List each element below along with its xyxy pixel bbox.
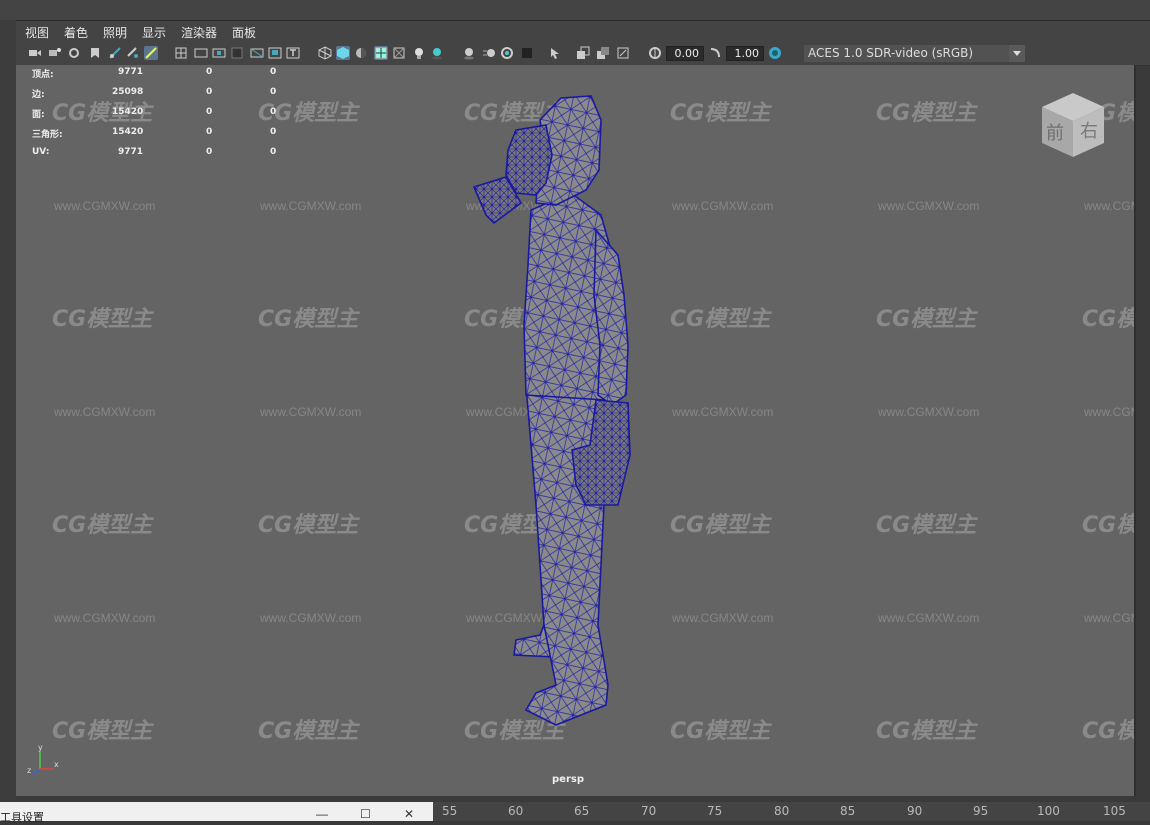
lighting-icon[interactable]: [354, 46, 368, 60]
ambient-occlusion-icon[interactable]: [462, 46, 476, 60]
chevron-down-icon[interactable]: [1009, 45, 1025, 62]
tool-settings-title: 工具设置: [0, 811, 44, 824]
image-plane-icon[interactable]: [88, 46, 102, 60]
character-model-wireframe[interactable]: [16, 65, 1134, 796]
axis-y-label: y: [38, 743, 43, 752]
frame-all-icon[interactable]: [616, 46, 630, 60]
menu-renderer[interactable]: 渲染器: [181, 24, 217, 41]
left-panel-edge: [0, 20, 16, 800]
xray-icon[interactable]: [392, 46, 406, 60]
safe-action-icon[interactable]: [268, 46, 282, 60]
timeline-tick: 105: [1103, 804, 1126, 818]
film-gate-icon[interactable]: [194, 46, 208, 60]
grid-icon[interactable]: [174, 46, 188, 60]
axis-gizmo: y x z: [27, 743, 59, 775]
timeline-tick: 90: [907, 804, 923, 818]
field-chart-icon[interactable]: [250, 46, 264, 60]
timeline-tick: 75: [707, 804, 723, 818]
light-bulb-icon[interactable]: [412, 46, 426, 60]
timeline-tick: 85: [840, 804, 856, 818]
frame-selected-icon[interactable]: [596, 46, 610, 60]
camera-attributes-icon[interactable]: [48, 46, 62, 60]
menu-lighting[interactable]: 照明: [103, 24, 127, 41]
axis-x-label: x: [54, 760, 59, 769]
tool-settings-window: 工具设置 — ☐ ✕: [0, 802, 433, 824]
wireframe-on-shaded-icon[interactable]: [374, 46, 388, 60]
gamma-icon[interactable]: [708, 46, 722, 60]
menu-panels[interactable]: 面板: [232, 24, 256, 41]
panel-menu-bar: 视图 着色 照明 显示 渲染器 面板: [16, 21, 1150, 43]
view-cube[interactable]: 前 右: [1040, 89, 1106, 159]
safe-title-icon[interactable]: [286, 46, 300, 60]
motion-blur-icon[interactable]: [482, 46, 496, 60]
anti-aliasing-icon[interactable]: [500, 46, 514, 60]
axis-z-label: z: [27, 766, 31, 775]
2d-pan-icon[interactable]: [108, 46, 122, 60]
close-icon[interactable]: ✕: [404, 807, 418, 821]
timeline-tick: 95: [973, 804, 989, 818]
gate-mask-icon[interactable]: [230, 46, 244, 60]
camera-name-label: persp: [552, 774, 584, 785]
grease-pencil-icon[interactable]: [126, 46, 140, 60]
draw-pen-icon[interactable]: [144, 46, 158, 60]
viewcube-right-label: 右: [1080, 121, 1098, 142]
menu-view[interactable]: 视图: [25, 24, 49, 41]
top-shelf-strip: [0, 0, 1150, 21]
panel-toolbar: 0.00 1.00 ACES 1.0 SDR-video (sRGB): [16, 43, 1150, 66]
menu-show[interactable]: 显示: [142, 24, 166, 41]
gamma-field[interactable]: 1.00: [726, 46, 764, 61]
shadows-icon[interactable]: [430, 46, 444, 60]
timeline-tick: 100: [1037, 804, 1060, 818]
exposure-field[interactable]: 0.00: [666, 46, 704, 61]
resolution-gate-icon[interactable]: [212, 46, 226, 60]
viewcube-front-label: 前: [1046, 123, 1064, 144]
timeline-tick: 65: [574, 804, 590, 818]
maximize-icon[interactable]: ☐: [360, 807, 374, 821]
minimize-icon[interactable]: —: [316, 807, 330, 821]
smooth-shade-icon[interactable]: [336, 46, 350, 60]
exposure-icon[interactable]: [648, 46, 662, 60]
bookmark-icon[interactable]: [68, 46, 82, 60]
timeline-tick: 70: [641, 804, 657, 818]
menu-shading[interactable]: 着色: [64, 24, 88, 41]
wireframe-icon[interactable]: [318, 46, 332, 60]
depth-of-field-icon[interactable]: [520, 46, 534, 60]
isolate-select-icon[interactable]: [548, 46, 562, 60]
color-space-select[interactable]: ACES 1.0 SDR-video (sRGB): [804, 45, 1009, 62]
copy-frame-icon[interactable]: [576, 46, 590, 60]
timeline-tick: 55: [442, 804, 458, 818]
color-management-icon[interactable]: [768, 46, 782, 60]
camera-select-icon[interactable]: [28, 46, 42, 60]
perspective-viewport[interactable]: CG模型主 CG模型主 CG模型主 CG模型主 www.CGMXW.com www.CGM…: [16, 65, 1136, 796]
timeline-tick: 60: [508, 804, 524, 818]
time-slider[interactable]: 55 60 65 70 75 80 85 90 95 100 105: [433, 802, 1150, 821]
timeline-tick: 80: [774, 804, 790, 818]
